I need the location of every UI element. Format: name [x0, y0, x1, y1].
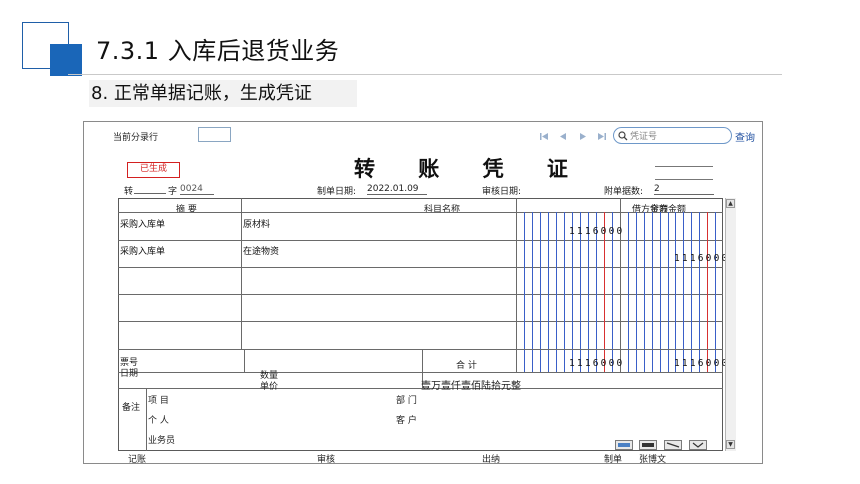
person-label: 个 人 [148, 416, 169, 426]
scroll-down-icon[interactable]: ▼ [726, 440, 735, 449]
row-2-credit[interactable]: 1116000 [674, 253, 729, 264]
voucher-number-label: 字 [168, 187, 178, 197]
make-date-value[interactable]: 2022.01.09 [367, 184, 427, 195]
voucher-type-underline [134, 193, 166, 194]
customer-label: 客 户 [396, 416, 417, 426]
tool-button-2[interactable] [639, 440, 657, 450]
col-header-credit: 贷方金额 [650, 205, 687, 215]
total-credit: 1116000 [674, 358, 730, 369]
bookkeeper-label: 记账 [128, 455, 147, 464]
search-placeholder: 凭证号 [630, 132, 658, 142]
row-2-account[interactable]: 在途物资 [243, 244, 279, 257]
date-label: 日期 [120, 369, 139, 379]
first-page-icon[interactable] [538, 130, 551, 143]
voucher-table [118, 198, 723, 451]
status-stamp: 已生成 [127, 162, 180, 178]
row-1-summary[interactable]: 采购入库单 [120, 217, 165, 230]
scroll-up-icon[interactable]: ▲ [726, 199, 735, 208]
audit-date-label: 审核日期: [482, 187, 522, 197]
total-label: 合 计 [456, 361, 477, 371]
voucher-title: 转 账 凭 证 [354, 156, 586, 181]
header-line-1 [655, 166, 713, 167]
row-1-debit[interactable]: 1116000 [569, 226, 624, 237]
amount-in-words: 壹万壹仟壹佰陆拾元整 [421, 381, 521, 392]
attachment-label: 附单据数: [604, 187, 644, 197]
col-header-summary: 摘 要 [176, 205, 197, 215]
query-link[interactable]: 查询 [735, 129, 755, 144]
unit-price-label: 单价 [260, 382, 279, 392]
make-date-label: 制单日期: [317, 187, 357, 197]
row-1-account[interactable]: 原材料 [243, 217, 270, 230]
title-divider [68, 74, 782, 75]
row-2-summary[interactable]: 采购入库单 [120, 244, 165, 257]
cashier-label: 出纳 [482, 455, 501, 464]
remarks-label: 备注 [122, 403, 141, 413]
header-line-2 [655, 179, 713, 180]
tool-button-1[interactable] [615, 440, 633, 450]
voucher-search-input[interactable]: 凭证号 [613, 127, 732, 144]
maker-label: 制单 [604, 455, 623, 464]
slide-title: 7.3.1 入库后退货业务 [96, 37, 340, 65]
voucher-screenshot: 当前分录行 凭证号 查询 已生成 转 账 凭 证 转 字 0024 制单日期: … [83, 121, 763, 464]
voucher-type-label: 转 [124, 187, 134, 197]
attachment-value[interactable]: 2 [654, 184, 714, 195]
total-debit: 1116000 [569, 358, 625, 369]
next-page-icon[interactable] [576, 130, 589, 143]
last-page-icon[interactable] [595, 130, 608, 143]
current-entry-input[interactable] [198, 127, 231, 142]
decorative-square-filled [50, 44, 82, 76]
department-label: 部 门 [396, 396, 417, 406]
prev-page-icon[interactable] [557, 130, 570, 143]
search-icon [618, 130, 628, 141]
vertical-scrollbar[interactable] [725, 198, 736, 451]
tool-button-3[interactable] [664, 440, 682, 450]
maker-name: 张博文 [639, 455, 667, 464]
voucher-number-value[interactable]: 0024 [180, 184, 214, 195]
current-entry-label: 当前分录行 [113, 133, 159, 143]
reviewer-label: 审核 [317, 455, 336, 464]
salesperson-label: 业务员 [148, 436, 176, 446]
project-label: 项 目 [148, 396, 169, 406]
slide: 7.3.1 入库后退货业务 8. 正常单据记账，生成凭证 当前分录行 凭证号 查… [0, 0, 860, 484]
slide-subtitle: 8. 正常单据记账，生成凭证 [89, 80, 357, 107]
col-header-account: 科目名称 [424, 205, 461, 215]
tool-button-4[interactable] [689, 440, 707, 450]
